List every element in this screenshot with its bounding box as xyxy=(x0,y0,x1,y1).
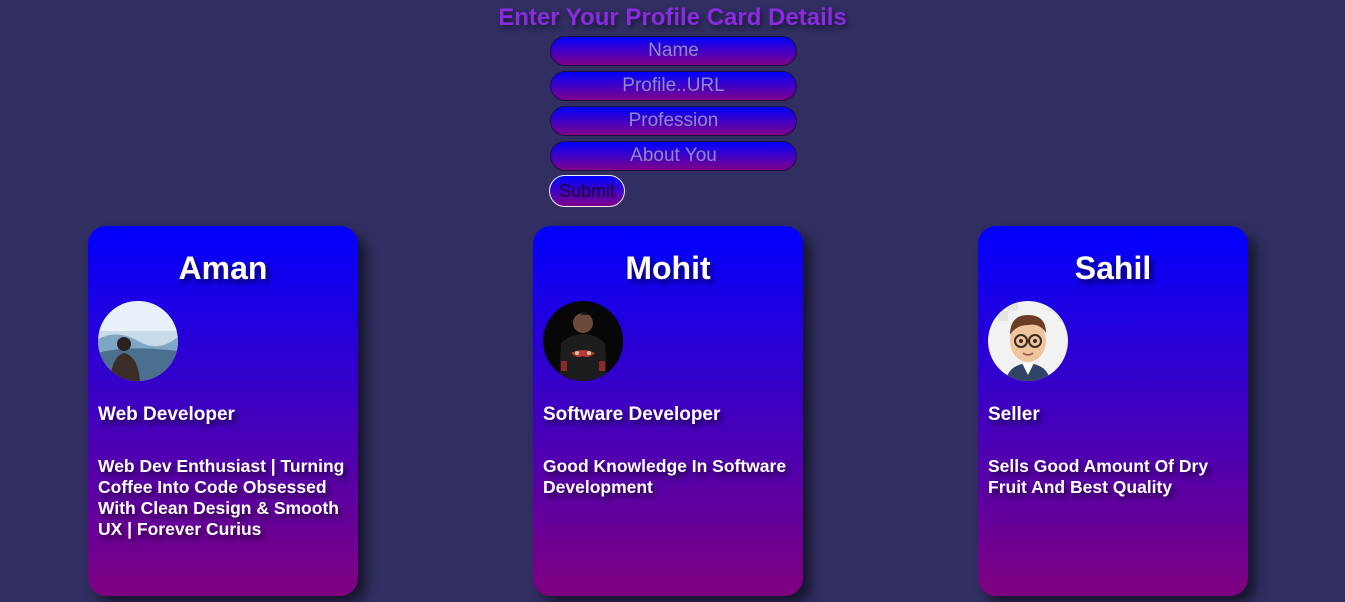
cartoon-avatar-icon xyxy=(988,301,1068,381)
about-input[interactable] xyxy=(550,141,797,171)
name-input[interactable] xyxy=(550,36,797,66)
profession-input[interactable] xyxy=(550,106,797,136)
card-profession: Web Developer xyxy=(98,404,235,425)
person-photo-icon xyxy=(543,301,623,381)
card-about: Web Dev Enthusiast | Turning Coffee Into… xyxy=(98,456,345,539)
submit-button[interactable]: Submit xyxy=(549,175,625,207)
card-name: Mohit xyxy=(625,250,711,286)
card-name: Sahil xyxy=(1074,250,1152,286)
card-about: Sells Good Amount Of Dry Fruit And Best … xyxy=(988,456,1209,497)
form-title: Enter Your Profile Card Details xyxy=(498,4,847,31)
profile-card: Sahil Seller Sells Good Amount Of Dry Fr… xyxy=(978,226,1248,596)
profile-url-input[interactable] xyxy=(550,71,797,101)
card-name: Aman xyxy=(178,250,268,286)
card-profession: Software Developer xyxy=(543,404,721,425)
profile-card: Aman Web Developer Web Dev Enthusiast | … xyxy=(88,226,358,596)
person-photo-icon xyxy=(98,301,178,381)
card-profession: Seller xyxy=(988,404,1040,425)
page: Enter Your Profile Card Details Submit A… xyxy=(0,0,1345,602)
profile-card: Mohit Software Developer Good Knowledge … xyxy=(533,226,803,596)
card-about: Good Knowledge In Software Development xyxy=(543,456,787,497)
